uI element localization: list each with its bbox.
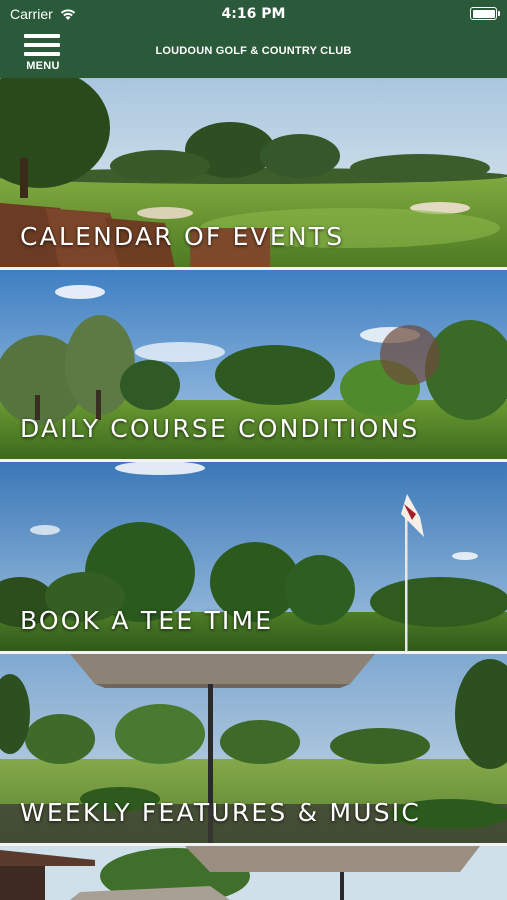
tile-label: DAILY COURSE CONDITIONS [20, 414, 420, 443]
tile-partial-patio[interactable] [0, 846, 507, 900]
status-time: 4:16 PM [221, 6, 286, 22]
nav-bar: MENU LOUDOUN GOLF & COUNTRY CLUB [0, 28, 507, 78]
battery-icon [470, 7, 500, 20]
menu-label: MENU [26, 60, 60, 72]
tile-book-a-tee-time[interactable]: BOOK A TEE TIME [0, 462, 507, 651]
tile-label: WEEKLY FEATURES & MUSIC [20, 798, 422, 827]
tile-calendar-of-events[interactable]: CALENDAR OF EVENTS [0, 78, 507, 267]
tile-image-patio-umbrellas [0, 846, 507, 900]
status-bar: Carrier 4:16 PM [0, 0, 507, 28]
page-title: LOUDOUN GOLF & COUNTRY CLUB [155, 45, 352, 57]
tile-label: BOOK A TEE TIME [20, 606, 274, 635]
tile-label: CALENDAR OF EVENTS [20, 222, 345, 251]
tile-daily-course-conditions[interactable]: DAILY COURSE CONDITIONS [0, 270, 507, 459]
tile-weekly-features-music[interactable]: WEEKLY FEATURES & MUSIC [0, 654, 507, 843]
